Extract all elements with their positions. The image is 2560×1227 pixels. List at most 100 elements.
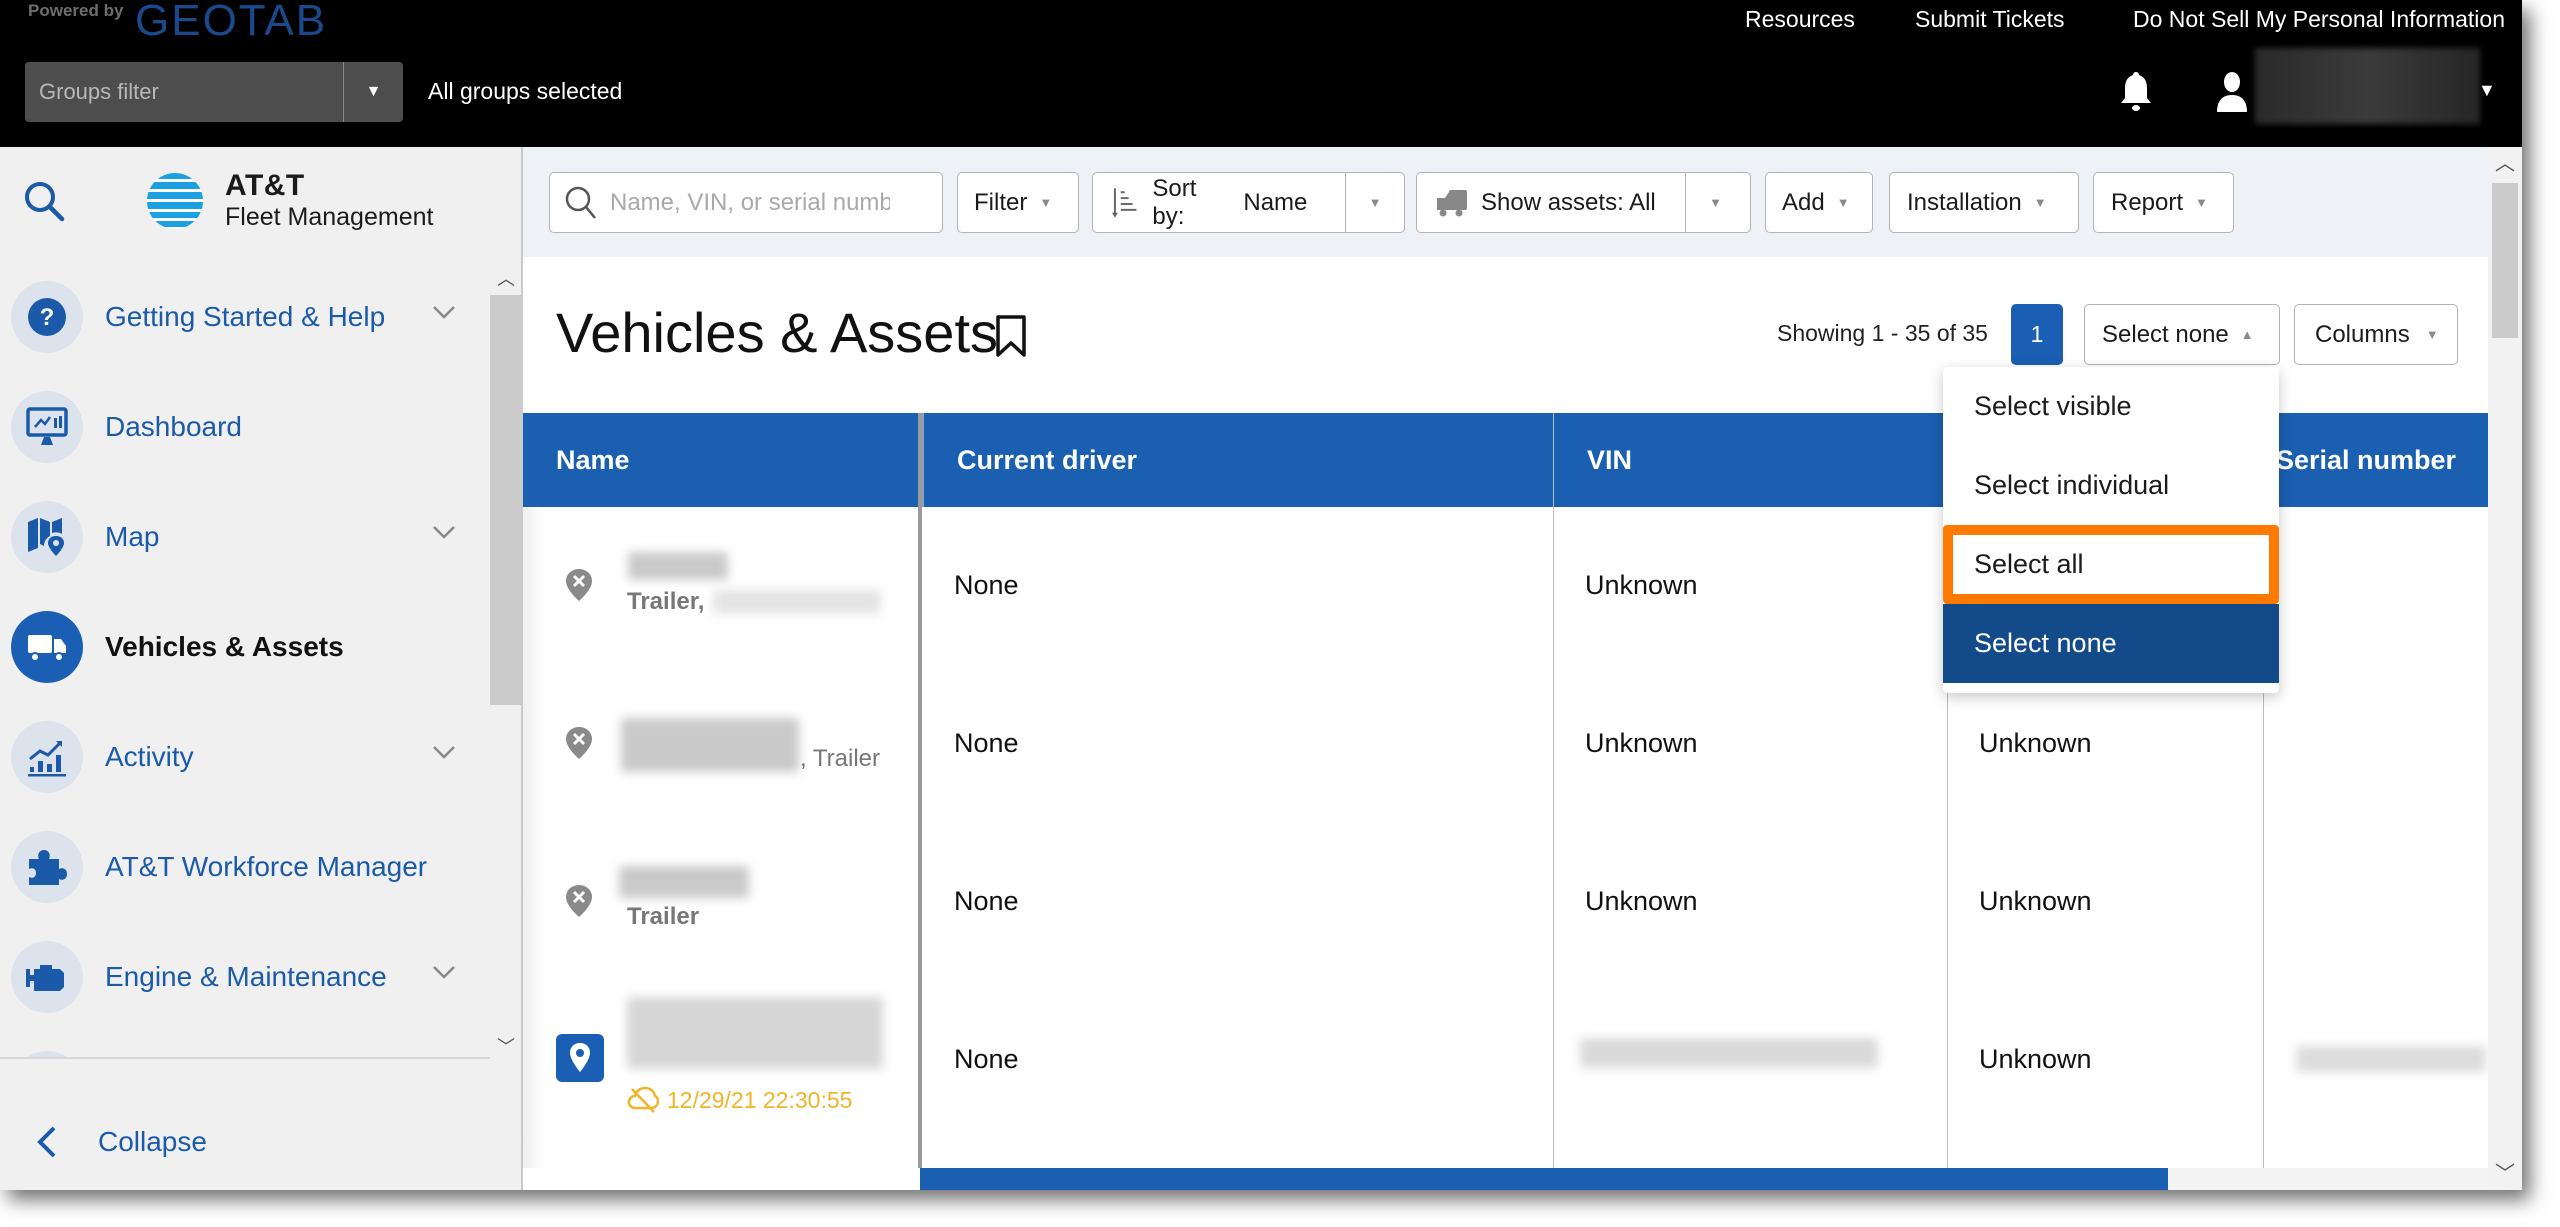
cell-driver: None	[954, 570, 1019, 600]
select-dropdown-button[interactable]: Select none ▲	[2084, 304, 2280, 365]
svg-text:?: ?	[40, 304, 55, 331]
chevron-down-icon[interactable]	[432, 965, 456, 979]
menu-item-select-all[interactable]: Select all	[1943, 525, 2279, 604]
pin-off-icon	[566, 885, 592, 917]
sidebar: AT&T Fleet Management ? Getting Started …	[0, 147, 523, 1190]
asset-name-redacted[interactable]	[621, 718, 799, 772]
sidebar-item-label: Activity	[105, 741, 194, 772]
asset-type: Trailer,	[627, 588, 705, 615]
column-header-serial-number[interactable]: Serial number	[2263, 413, 2488, 507]
search-icon	[565, 186, 596, 219]
show-assets-button[interactable]: Show assets: All ▼	[1416, 172, 1751, 233]
top-bar: Powered by GEOTAB Groups filter ▼ All gr…	[0, 0, 2522, 147]
columns-label: Columns	[2315, 320, 2410, 348]
scroll-down-icon[interactable]: ﹀	[2488, 1157, 2522, 1186]
user-name-redacted[interactable]	[2255, 48, 2480, 124]
sidebar-item-activity[interactable]: Activity	[0, 707, 490, 807]
sort-caret-icon[interactable]: ▼	[1345, 173, 1404, 232]
show-assets-caret-icon[interactable]: ▼	[1685, 173, 1745, 232]
chevron-down-icon[interactable]	[432, 525, 456, 539]
cell-driver: None	[954, 886, 1019, 916]
geotab-logo[interactable]: GEOTAB	[135, 0, 327, 46]
columns-button[interactable]: Columns ▼	[2294, 304, 2458, 365]
user-icon[interactable]	[2214, 70, 2250, 114]
asset-name-redacted[interactable]	[627, 997, 883, 1069]
sidebar-scroll-thumb[interactable]	[490, 295, 523, 705]
groups-filter-caret-icon[interactable]: ▼	[343, 62, 403, 122]
sidebar-scrollbar[interactable]: ︿ ﹀	[490, 265, 523, 1065]
add-button[interactable]: Add ▼	[1765, 172, 1873, 233]
map-icon-wrap	[11, 501, 83, 573]
search-box[interactable]	[549, 172, 943, 233]
asset-name-redacted[interactable]	[619, 866, 749, 898]
chevron-down-icon[interactable]	[432, 745, 456, 759]
toolbar: Filter ▼ Sort by: Name ▼ Show assets: All…	[523, 147, 2488, 257]
installation-label: Installation	[1907, 188, 2022, 216]
groups-filter-input[interactable]: Groups filter	[25, 62, 343, 122]
user-menu-caret-icon[interactable]: ▼	[2478, 80, 2496, 101]
column-header-vin[interactable]: VIN	[1553, 413, 1947, 507]
sort-value: Name	[1243, 188, 1308, 216]
location-pin-button[interactable]	[556, 1034, 604, 1082]
puzzle-icon	[29, 850, 67, 885]
menu-item-select-individual[interactable]: Select individual	[1943, 446, 2279, 525]
main-scroll-thumb[interactable]	[2492, 183, 2518, 338]
scroll-up-icon[interactable]: ︿	[494, 265, 518, 289]
column-header-name[interactable]: Name	[523, 413, 920, 507]
column-header-current-driver[interactable]: Current driver	[920, 413, 1553, 507]
filter-label: Filter	[974, 188, 1028, 216]
do-not-sell-link[interactable]: Do Not Sell My Personal Information	[2133, 6, 2505, 33]
collapse-label: Collapse	[98, 1126, 207, 1157]
cell-col4: Unknown	[1979, 1044, 2092, 1074]
chevron-down-icon[interactable]	[432, 305, 456, 319]
sidebar-item-messages[interactable]: M	[0, 1037, 490, 1057]
sidebar-item-workforce-manager[interactable]: AT&T Workforce Manager	[0, 817, 490, 917]
activity-icon-wrap	[11, 721, 83, 793]
menu-item-select-none[interactable]: Select none	[1943, 604, 2279, 683]
scroll-up-icon[interactable]: ︿	[2488, 147, 2522, 176]
filter-button[interactable]: Filter ▼	[957, 172, 1079, 233]
sidebar-item-map[interactable]: Map	[0, 487, 490, 587]
truck-icon	[28, 635, 66, 662]
sort-prefix: Sort by:	[1152, 174, 1197, 230]
sidebar-item-dashboard[interactable]: Dashboard	[0, 377, 490, 477]
bell-icon[interactable]	[2118, 70, 2154, 114]
sidebar-item-label: Engine & Maintenance	[105, 961, 387, 992]
add-label: Add	[1782, 188, 1825, 216]
horizontal-scroll-thumb[interactable]	[920, 1168, 2168, 1190]
cell-serial-redacted	[2296, 1046, 2486, 1072]
sidebar-divider	[0, 1057, 490, 1059]
sidebar-item-label: Dashboard	[105, 411, 242, 442]
installation-button[interactable]: Installation ▼	[1889, 172, 2079, 233]
sidebar-item-vehicles-assets[interactable]: Vehicles & Assets	[0, 597, 490, 697]
dashboard-icon	[26, 407, 68, 445]
menu-item-select-visible[interactable]: Select visible	[1943, 367, 2279, 446]
horizontal-scrollbar[interactable]	[920, 1168, 2488, 1190]
cloud-off-icon	[627, 1086, 659, 1113]
report-label: Report	[2111, 188, 2184, 216]
sidebar-item-getting-started[interactable]: ? Getting Started & Help	[0, 267, 490, 367]
asset-name-redacted[interactable]	[628, 552, 728, 580]
activity-chart-icon	[28, 741, 66, 777]
help-icon-wrap: ?	[11, 281, 83, 353]
groups-filter[interactable]: Groups filter ▼	[25, 62, 403, 122]
dashboard-icon-wrap	[11, 391, 83, 463]
caret-down-icon: ▼	[1039, 195, 1053, 210]
att-logo-title: AT&T	[225, 169, 305, 202]
submit-tickets-link[interactable]: Submit Tickets	[1915, 6, 2065, 33]
cell-driver: None	[954, 728, 1019, 758]
sidebar-item-engine-maintenance[interactable]: Engine & Maintenance	[0, 927, 490, 1027]
page-1-button[interactable]: 1	[2011, 304, 2063, 365]
pin-off-icon	[566, 727, 592, 759]
puzzle-icon-wrap	[11, 831, 83, 903]
bookmark-icon[interactable]	[993, 314, 1029, 358]
search-input[interactable]	[610, 188, 890, 217]
search-icon[interactable]	[20, 177, 70, 227]
report-button[interactable]: Report ▼	[2093, 172, 2234, 233]
cell-col4: Unknown	[1979, 886, 2092, 916]
main-vertical-scrollbar[interactable]: ︿ ﹀	[2488, 147, 2522, 1190]
collapse-button[interactable]: Collapse	[0, 1107, 490, 1177]
scroll-down-icon[interactable]: ﹀	[494, 1033, 518, 1057]
resources-link[interactable]: Resources	[1745, 6, 1855, 33]
sort-button[interactable]: Sort by: Name ▼	[1092, 172, 1405, 233]
